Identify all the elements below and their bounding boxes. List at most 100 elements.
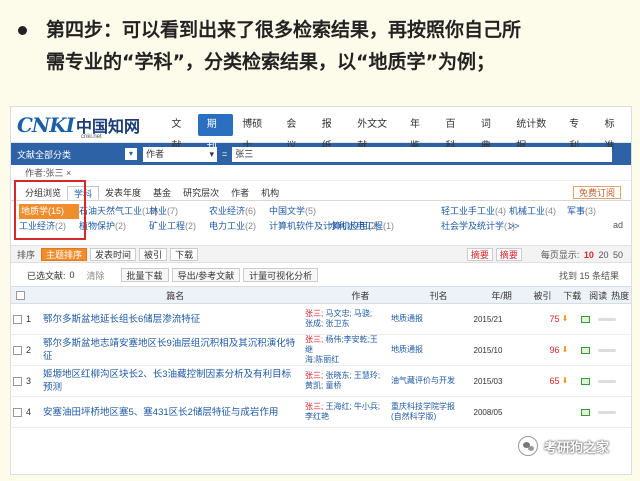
nav-item-7[interactable]: 百科 [436,114,471,152]
read-book-icon[interactable] [580,408,590,416]
cnki-screenshot: CNKI 中国知网 cnki.net 文献 期刊 博硕士 会议 报纸 外文文献 … [10,106,632,475]
export-button[interactable]: 导出/参考文献 [171,268,241,282]
row-pub-link[interactable]: 地质通报 [387,314,462,324]
download-icon[interactable]: ⬇ [562,346,569,354]
read-book-icon[interactable] [580,315,590,323]
subject-item[interactable]: 植物保护(2) [79,219,149,234]
per-page-10[interactable]: 10 [584,250,594,260]
subject-item[interactable]: 机械工业(4) [509,204,567,219]
subject-item[interactable]: 水利水电工程(1) [329,219,441,234]
row-checkbox[interactable] [13,314,22,324]
subject-item[interactable]: 中国文学(5) [269,204,329,219]
abstract-view-button[interactable]: 摘要 [495,247,522,261]
table-row: 1 鄂尔多斯盆地延长组长6储层渗流特征 张三; 马文忠; 马骁; 张成; 张卫东… [11,304,631,335]
row-title-link[interactable]: 鄂尔多斯盆地延长组长6储层渗流特征 [43,313,305,326]
row-author-lead[interactable]: 张三; [305,371,323,380]
subject-item[interactable]: 军事(3) [567,204,601,219]
category-select[interactable]: 文献全部分类 [17,148,125,161]
search-input[interactable]: 张三 [232,146,613,162]
per-page-50[interactable]: 50 [613,250,623,260]
row-author-lead[interactable]: 张三; [305,309,323,318]
header-download[interactable]: 下载 [557,289,587,302]
batch-download-button[interactable]: 批量下载 [120,268,169,282]
subject-row-2: 工业经济(2) 植物保护(2) 矿业工程(2) 电力工业(2) 计算机软件及计算… [19,219,623,234]
tab-org[interactable]: 机构 [255,186,285,200]
tab-level[interactable]: 研究层次 [177,186,225,200]
sort-download-button[interactable]: 下载 [170,247,199,261]
subject-item[interactable]: 轻工业手工业(4) [441,204,509,219]
nav-item-0[interactable]: 文献 [162,114,197,152]
row-download[interactable]: 65 ⬇ [544,376,574,386]
row-download[interactable]: 96 ⬇ [544,345,574,355]
table-header: 篇名 作者 刊名 年/期 被引 下载 阅读 热度 [11,286,631,304]
nav-item-3[interactable]: 会议 [277,114,312,152]
tab-year[interactable]: 发表年度 [99,186,147,200]
header-cite[interactable]: 被引 [528,289,558,302]
subject-item[interactable]: 林业(7) [149,204,209,219]
read-book-icon[interactable] [580,377,590,385]
nav-item-11[interactable]: 标准 [596,114,631,152]
nav-item-2[interactable]: 博硕士 [233,114,277,152]
row-authors: 张三; 王海红; 牛小兵; 李红艳 [305,402,387,422]
query-tag[interactable]: 作者:张三 × [11,165,631,181]
search-field-select[interactable]: 作者 ▾ [143,146,217,162]
subject-item[interactable]: 计算机软件及计算机应用(2) [269,219,379,234]
more-subjects-link[interactable]: >> [509,219,567,234]
row-title-link[interactable]: 鄂尔多斯盆地志靖安塞地区长9油层组沉积相及其沉积演化特征 [43,337,305,363]
clear-link[interactable]: 清除 [87,269,105,282]
row-title-link[interactable]: 安塞油田坪桥地区塞5、塞431区长2储层特征与成岩作用 [43,406,305,419]
nav-item-5[interactable]: 外文文献 [348,114,401,152]
row-title-link[interactable]: 姬塬地区红柳沟区块长2、长3油藏控制因素分析及有利目标预测 [43,368,305,394]
row-authors: 张三; 张晓东; 王慧玲; 黄凯; 童桥 [305,371,387,391]
row-author-lead[interactable]: 张三; [305,335,323,344]
sort-cite-button[interactable]: 被引 [139,247,168,261]
sort-date-button[interactable]: 发表时间 [90,247,137,261]
row-pub-link[interactable]: 油气藏评价与开发 [387,376,462,386]
nav-item-4[interactable]: 报纸 [313,114,348,152]
select-all-checkbox[interactable] [11,290,31,300]
subject-geology[interactable]: 地质学(15) [19,204,79,219]
header-title[interactable]: 篇名 [31,289,320,302]
row-author-lead[interactable]: 张三; [305,402,323,411]
header-pub: 刊名 [429,290,448,301]
subject-item[interactable]: 石油天然气工业(12) [79,204,158,219]
nav-item-6[interactable]: 年鉴 [401,114,436,152]
row-pub-link[interactable]: 重庆科技学院学报 (自然科学版) [387,402,462,422]
sort-topic-button[interactable]: 主题排序 [41,247,88,261]
tab-author[interactable]: 作者 [225,186,255,200]
top-bar: CNKI 中国知网 cnki.net 文献 期刊 博硕士 会议 报纸 外文文献 … [11,107,631,152]
subject-item[interactable]: 农业经济(6) [209,204,269,219]
subject-item[interactable]: 电力工业(2) [209,219,269,234]
tab-subject[interactable]: 学科 [67,186,100,200]
row-checkbox[interactable] [13,407,22,417]
header-date[interactable]: 年/期 [476,289,528,302]
tab-fund[interactable]: 基金 [147,186,177,200]
nav-item-9[interactable]: 统计数据 [507,114,560,152]
row-date: 2015/03 [473,376,503,386]
subject-item[interactable]: 工业经济(2) [19,219,79,234]
row-index: 4 [26,407,32,417]
subject-item[interactable]: 社会学及统计学(1) [441,219,515,234]
row-index: 3 [26,376,32,386]
row-checkbox[interactable] [13,376,22,386]
subject-item[interactable]: 矿业工程(2) [149,219,209,234]
per-page-20[interactable]: 20 [598,250,608,260]
subject-item[interactable] [329,204,441,219]
wechat-icon [517,436,538,456]
row-pub-link[interactable]: 地质通报 [387,345,462,355]
subscribe-button[interactable]: 免费订阅 [572,186,621,199]
download-icon[interactable]: ⬇ [562,315,569,323]
list-view-button[interactable]: 摘要 [466,247,493,261]
nav-item-8[interactable]: 词典 [472,114,507,152]
visual-analysis-button[interactable]: 计量可视化分析 [243,268,319,282]
tab-group-browse[interactable]: 分组浏览 [19,186,67,200]
row-date: 2008/05 [473,407,503,417]
download-icon[interactable]: ⬇ [562,377,569,385]
chevron-down-icon[interactable]: ▾ [125,148,137,160]
nav-item-10[interactable]: 专利 [560,114,595,152]
read-book-icon[interactable] [580,346,590,354]
row-checkbox[interactable] [13,345,22,355]
cnki-logo[interactable]: CNKI 中国知网 cnki.net [11,107,150,143]
nav-item-1[interactable]: 期刊 [197,113,234,152]
row-download[interactable]: 75 ⬇ [544,314,574,324]
